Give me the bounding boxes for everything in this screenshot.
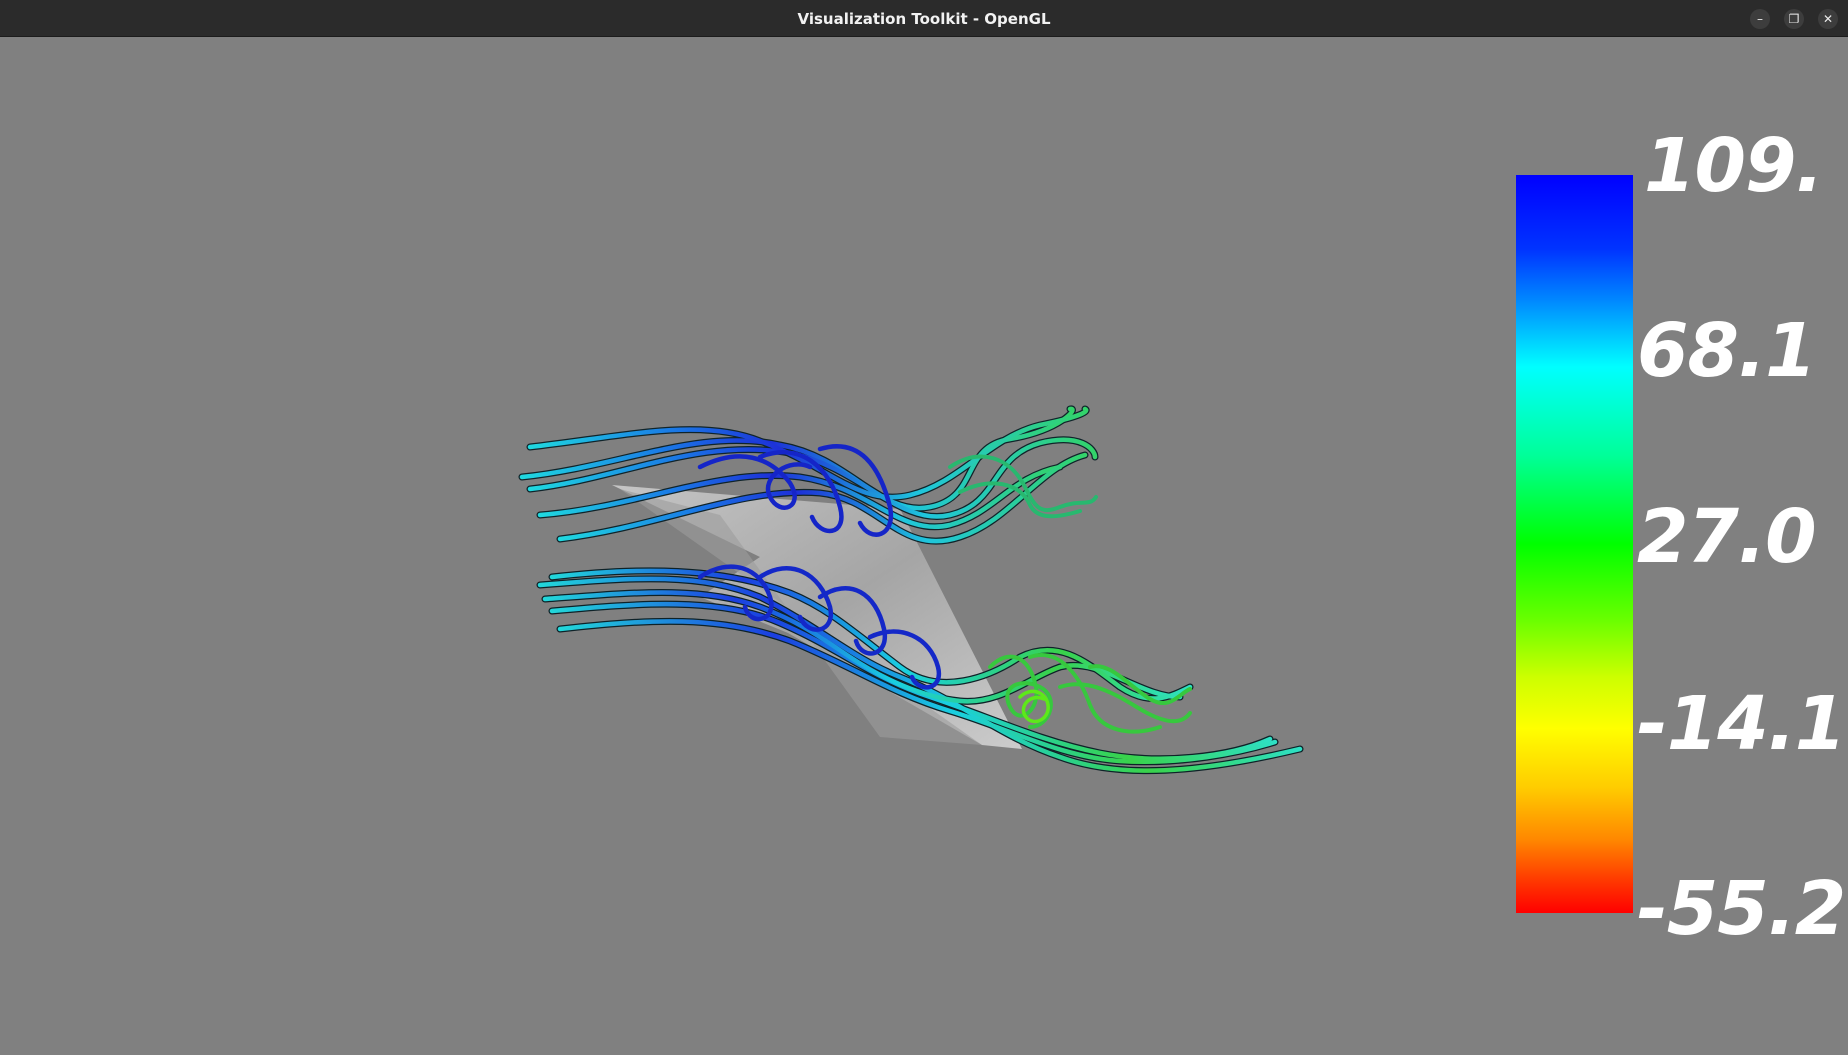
title-bar[interactable]: Visualization Toolkit - OpenGL – ❐ ✕ (0, 0, 1848, 37)
render-viewport[interactable]: 109. 68.1 27.0 -14.1 -55.2 (0, 37, 1848, 1055)
maximize-button[interactable]: ❐ (1784, 9, 1804, 29)
close-icon: ✕ (1822, 12, 1834, 26)
maximize-icon: ❐ (1788, 12, 1800, 26)
scalar-bar-label-4: -14.1 (1637, 681, 1846, 767)
close-button[interactable]: ✕ (1818, 9, 1838, 29)
vtk-render-window: Visualization Toolkit - OpenGL – ❐ ✕ 109… (0, 0, 1848, 1055)
minimize-icon: – (1757, 12, 1763, 26)
scalar-bar-label-min: -55.2 (1637, 866, 1846, 952)
scalar-bar-label-max: 109. (1644, 123, 1824, 209)
window-title: Visualization Toolkit - OpenGL (797, 10, 1051, 28)
scalar-bar-label-2: 68.1 (1637, 308, 1817, 394)
minimize-button[interactable]: – (1750, 9, 1770, 29)
scalar-bar-colormap (1516, 175, 1633, 913)
scalar-bar-label-3: 27.0 (1637, 494, 1817, 580)
